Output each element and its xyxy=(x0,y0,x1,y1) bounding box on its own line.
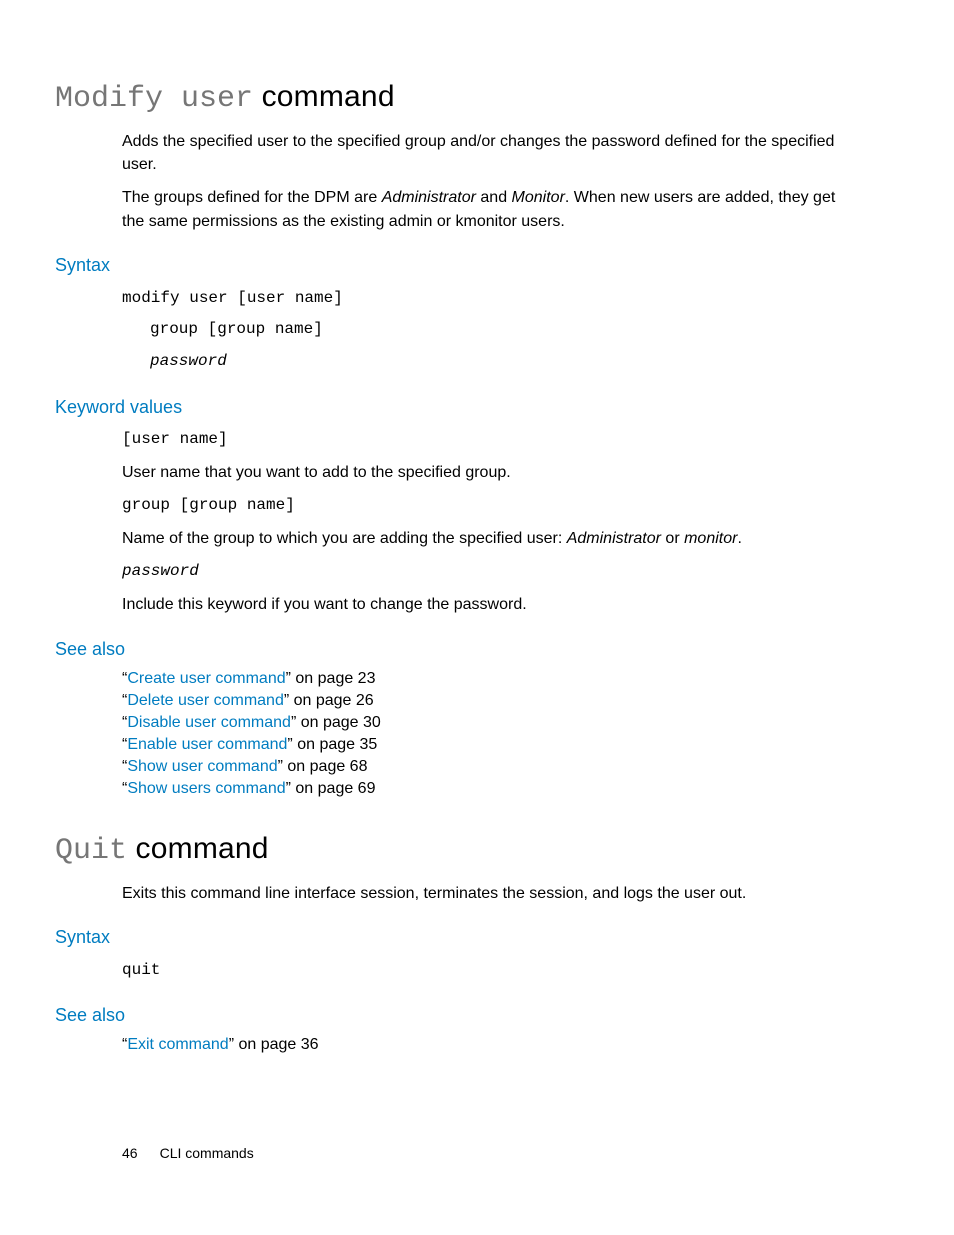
syntax-block: quit xyxy=(122,958,894,984)
page-reference: on page 68 xyxy=(283,758,368,775)
paragraph: User name that you want to add to the sp… xyxy=(122,461,854,484)
heading-rest: command xyxy=(253,80,395,113)
text: or xyxy=(661,530,684,547)
cross-reference-link[interactable]: Show user command xyxy=(127,758,277,775)
paragraph: Include this keyword if you want to chan… xyxy=(122,593,854,616)
paragraph: The groups defined for the DPM are Admin… xyxy=(122,186,854,232)
code-line: [user name] xyxy=(122,428,854,451)
cross-reference-link[interactable]: Show users command xyxy=(127,780,285,797)
see-also-item: “Create user command” on page 23 xyxy=(122,670,894,688)
see-also-list: “Create user command” on page 23 “Delete … xyxy=(122,670,894,798)
cross-reference-link[interactable]: Delete user command xyxy=(127,692,284,709)
footer-label: CLI commands xyxy=(160,1145,254,1161)
see-also-item: “Disable user command” on page 30 xyxy=(122,714,894,732)
text-italic: Monitor xyxy=(512,189,565,206)
text: and xyxy=(476,189,512,206)
text-italic: monitor xyxy=(684,530,737,547)
code-line: password xyxy=(122,560,854,583)
heading-mono: Modify user xyxy=(55,82,253,116)
intro-paragraphs: Adds the specified user to the specified… xyxy=(122,130,854,233)
code-line: password xyxy=(150,349,894,375)
code-line: group [group name] xyxy=(122,494,854,517)
see-also-item: “Exit command” on page 36 xyxy=(122,1036,894,1054)
cross-reference-link[interactable]: Disable user command xyxy=(127,714,291,731)
subheading-keyword-values: Keyword values xyxy=(55,397,894,418)
heading-rest: command xyxy=(127,832,269,865)
section-heading-modify-user: Modify user command xyxy=(55,80,894,116)
page-reference: on page 69 xyxy=(291,780,376,797)
code-line: modify user [user name] xyxy=(122,286,894,312)
page-reference: on page 30 xyxy=(296,714,381,731)
text-italic: Administrator xyxy=(382,189,476,206)
text-italic: Administrator xyxy=(567,530,661,547)
subheading-see-also: See also xyxy=(55,639,894,660)
paragraph: Exits this command line interface sessio… xyxy=(122,882,854,905)
subheading-syntax: Syntax xyxy=(55,255,894,276)
see-also-item: “Enable user command” on page 35 xyxy=(122,736,894,754)
cross-reference-link[interactable]: Create user command xyxy=(127,670,285,687)
see-also-item: “Delete user command” on page 26 xyxy=(122,692,894,710)
page-reference: on page 36 xyxy=(234,1036,319,1053)
code-line: quit xyxy=(122,958,894,984)
paragraph: Name of the group to which you are addin… xyxy=(122,527,854,550)
keyword-values-block: [user name] User name that you want to a… xyxy=(122,428,854,617)
text: The groups defined for the DPM are xyxy=(122,189,382,206)
page-reference: on page 26 xyxy=(289,692,374,709)
heading-mono: Quit xyxy=(55,834,127,868)
see-also-list: “Exit command” on page 36 xyxy=(122,1036,894,1054)
text: Name of the group to which you are addin… xyxy=(122,530,567,547)
page-number: 46 xyxy=(122,1145,138,1161)
intro-paragraphs: Exits this command line interface sessio… xyxy=(122,882,854,905)
page-reference: on page 35 xyxy=(293,736,378,753)
page-reference: on page 23 xyxy=(291,670,376,687)
document-page: Modify user command Adds the specified u… xyxy=(0,0,954,1235)
see-also-item: “Show user command” on page 68 xyxy=(122,758,894,776)
subheading-see-also: See also xyxy=(55,1005,894,1026)
cross-reference-link[interactable]: Enable user command xyxy=(127,736,287,753)
cross-reference-link[interactable]: Exit command xyxy=(127,1036,228,1053)
paragraph: Adds the specified user to the specified… xyxy=(122,130,854,176)
subheading-syntax: Syntax xyxy=(55,927,894,948)
page-footer: 46 CLI commands xyxy=(122,1145,254,1161)
section-heading-quit: Quit command xyxy=(55,832,894,868)
code-line: group [group name] xyxy=(150,317,894,343)
syntax-block: modify user [user name] group [group nam… xyxy=(122,286,894,375)
see-also-item: “Show users command” on page 69 xyxy=(122,780,894,798)
text: . xyxy=(737,530,741,547)
